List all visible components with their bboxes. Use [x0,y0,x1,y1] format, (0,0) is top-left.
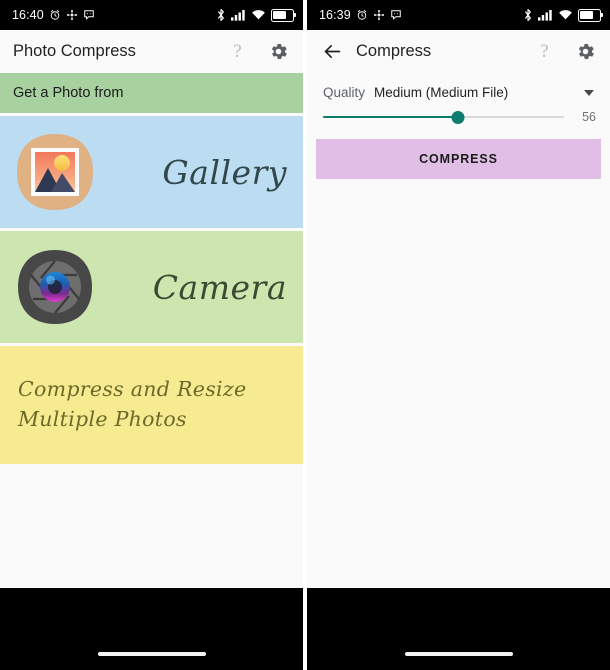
back-arrow-icon[interactable] [320,40,344,64]
content-spacer [0,526,303,588]
chat-bubble-icon [83,9,95,21]
system-nav-bar [0,588,303,670]
get-photo-banner: Get a Photo from [0,73,303,113]
status-bar: 16:39 [307,0,610,30]
battery-icon [578,8,604,22]
cellular-signal-icon [538,9,553,21]
app-bar: Compress ? [307,30,610,73]
left-phone-screen: 16:40 Photo Compress ? Get a Photo from … [0,0,303,670]
wifi-icon [251,9,266,21]
right-phone-screen: 16:39 Compress ? Quality Medium (Medium … [307,0,610,670]
status-bar-left: 16:40 [12,8,216,22]
status-bar-right [216,8,297,22]
chevron-down-icon[interactable] [584,89,594,96]
help-icon[interactable]: ? [226,40,249,63]
home-indicator-pill[interactable] [97,652,206,656]
app-bar: Photo Compress ? [0,30,303,73]
page-title: Compress [356,42,432,60]
page-title: Photo Compress [13,42,136,60]
bluetooth-share-icon [373,9,385,21]
status-time: 16:39 [319,8,351,22]
settings-gear-icon[interactable] [267,40,290,63]
status-bar: 16:40 [0,0,303,30]
source-label-gallery: Gallery [162,152,287,192]
wifi-icon [558,9,573,21]
status-time: 16:40 [12,8,44,22]
compress-button[interactable]: COMPRESS [316,139,601,179]
settings-gear-icon[interactable] [574,40,597,63]
system-nav-bar [307,588,610,670]
gallery-photo-icon [15,132,95,212]
main-content: Get a Photo from Gallery Camera Compress… [0,73,303,526]
chat-bubble-icon [390,9,402,21]
source-label-camera: Camera [152,267,287,307]
help-icon[interactable]: ? [533,40,556,63]
bluetooth-icon [216,8,226,22]
app-bar-actions: ? [533,40,597,63]
bluetooth-icon [523,8,533,22]
cellular-signal-icon [231,9,246,21]
camera-aperture-icon [15,247,95,327]
quality-slider[interactable] [323,108,564,126]
dual-screenshot-comparison: 16:40 Photo Compress ? Get a Photo from … [0,0,610,670]
multi-photo-option[interactable]: Compress and Resize Multiple Photos [0,346,303,464]
source-option-camera[interactable]: Camera [0,231,303,343]
home-indicator-pill[interactable] [404,652,513,656]
source-option-gallery[interactable]: Gallery [0,116,303,228]
help-glyph: ? [540,41,549,62]
battery-icon [271,8,297,22]
slider-value: 56 [582,110,596,124]
bluetooth-share-icon [66,9,78,21]
help-glyph: ? [233,41,242,62]
content-spacer [307,383,610,588]
status-bar-left: 16:39 [319,8,523,22]
quality-label: Quality [323,85,366,100]
banner-label: Get a Photo from [13,85,124,101]
main-content: Quality Medium (Medium File) 56 COMPRESS [307,73,610,384]
quality-selector[interactable]: Quality Medium (Medium File) [307,73,610,102]
slider-track-fill [323,115,458,119]
multi-photo-label: Compress and Resize Multiple Photos [18,377,247,431]
quality-value: Medium (Medium File) [374,85,509,100]
compress-button-label: COMPRESS [419,152,498,166]
quality-slider-row: 56 [307,102,610,126]
app-bar-actions: ? [226,40,290,63]
slider-thumb[interactable] [451,110,465,124]
alarm-icon [356,9,368,21]
alarm-icon [49,9,61,21]
status-bar-right [523,8,604,22]
